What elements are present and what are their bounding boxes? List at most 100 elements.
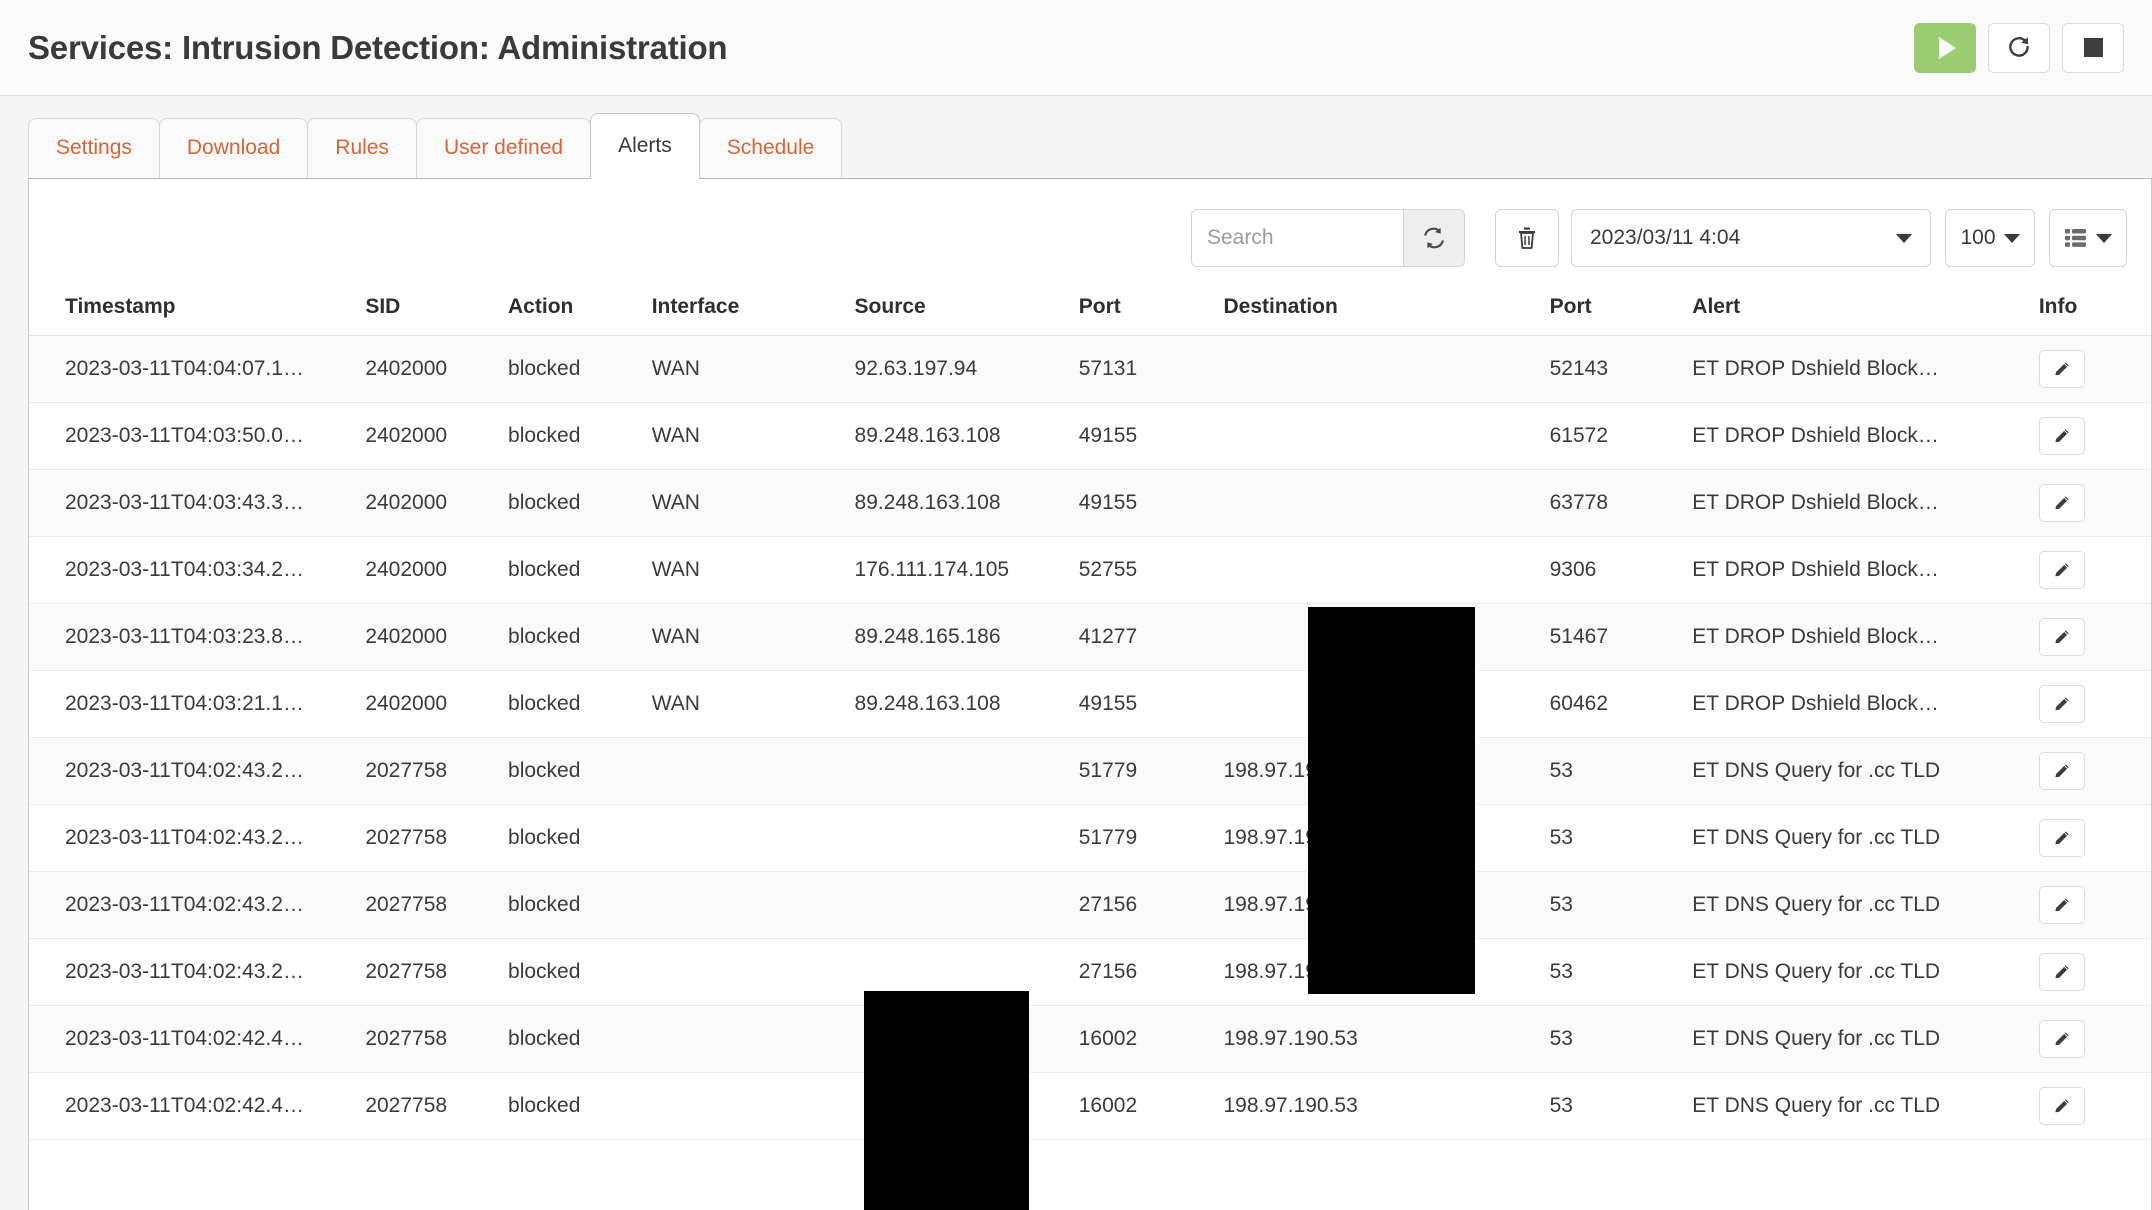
cell-alert: ET DROP Dshield Block… [1692,537,2039,604]
tab-rules[interactable]: Rules [307,118,417,178]
cell-info [2039,537,2151,604]
cell-destination [1223,336,1549,403]
cell-source: 176.111.174.105 [855,537,1079,604]
pencil-icon [2052,493,2072,513]
cell-source: 89.248.163.108 [855,671,1079,738]
cell-sid: 2402000 [365,336,508,403]
table-row[interactable]: 2023-03-11T04:03:50.0…2402000blockedWAN8… [29,403,2151,470]
edit-alert-button[interactable] [2039,886,2085,924]
cell-dest-port: 53 [1550,872,1693,939]
cell-action: blocked [508,939,652,1006]
column-header-source[interactable]: Source [855,285,1079,336]
edit-alert-button[interactable] [2039,417,2085,455]
cell-dest-port: 9306 [1550,537,1693,604]
column-list-icon [2064,227,2088,249]
cell-source: 92.63.197.94 [855,336,1079,403]
table-row[interactable]: 2023-03-11T04:02:43.2…2027758blocked5177… [29,805,2151,872]
cell-destination: 198.97.190.53 [1223,738,1549,805]
column-header-timestamp[interactable]: Timestamp [29,285,365,336]
edit-alert-button[interactable] [2039,1020,2085,1058]
search-group [1191,209,1465,267]
edit-alert-button[interactable] [2039,1087,2085,1125]
column-header-dest-port[interactable]: Port [1550,285,1693,336]
cell-source: 89.248.165.186 [855,604,1079,671]
cell-dest-port: 52143 [1550,336,1693,403]
restart-icon [2006,35,2032,61]
rows-per-page-select[interactable]: 100 [1945,209,2035,267]
cell-source-port: 16002 [1079,1006,1224,1073]
date-filter-select[interactable]: 2023/03/11 4:04 [1571,209,1931,267]
pencil-icon [2052,560,2072,580]
edit-alert-button[interactable] [2039,551,2085,589]
cell-action: blocked [508,671,652,738]
cell-sid: 2402000 [365,671,508,738]
tab-label: Schedule [727,136,815,160]
column-header-source-port[interactable]: Port [1079,285,1224,336]
pencil-icon [2052,895,2072,915]
cell-sid: 2027758 [365,1073,508,1140]
cell-timestamp: 2023-03-11T04:03:23.8… [29,604,365,671]
table-row[interactable]: 2023-03-11T04:02:43.2…2027758blocked2715… [29,872,2151,939]
edit-alert-button[interactable] [2039,819,2085,857]
column-header-alert[interactable]: Alert [1692,285,2039,336]
cell-alert: ET DROP Dshield Block… [1692,403,2039,470]
column-header-info[interactable]: Info [2039,285,2151,336]
table-row[interactable]: 2023-03-11T04:03:23.8…2402000blockedWAN8… [29,604,2151,671]
cell-source [855,738,1079,805]
column-header-destination[interactable]: Destination [1223,285,1549,336]
cell-source-port: 41277 [1079,604,1224,671]
edit-alert-button[interactable] [2039,685,2085,723]
cell-destination: 198.97.190.53 [1223,805,1549,872]
cell-interface [652,939,855,1006]
cell-destination [1223,470,1549,537]
column-header-action[interactable]: Action [508,285,652,336]
tab-label: Download [187,136,280,160]
cell-action: blocked [508,537,652,604]
table-row[interactable]: 2023-03-11T04:02:42.4…2027758blocked1600… [29,1073,2151,1140]
delete-alerts-button[interactable] [1495,209,1559,267]
tab-download[interactable]: Download [159,118,308,178]
cell-sid: 2027758 [365,738,508,805]
column-header-sid[interactable]: SID [365,285,508,336]
tab-bar: Settings Download Rules User defined Ale… [28,118,2152,178]
start-service-button[interactable] [1914,23,1976,73]
cell-interface: WAN [652,604,855,671]
chevron-down-icon [2096,234,2112,243]
tab-label: Settings [56,136,132,160]
tab-schedule[interactable]: Schedule [699,118,843,178]
table-row[interactable]: 2023-03-11T04:03:43.3…2402000blockedWAN8… [29,470,2151,537]
edit-alert-button[interactable] [2039,484,2085,522]
tab-alerts[interactable]: Alerts [590,113,700,179]
cell-alert: ET DNS Query for .cc TLD [1692,738,2039,805]
search-input[interactable] [1191,209,1403,267]
tab-label: Rules [335,136,389,160]
cell-dest-port: 51467 [1550,604,1693,671]
cell-sid: 2027758 [365,805,508,872]
table-row[interactable]: 2023-03-11T04:03:34.2…2402000blockedWAN1… [29,537,2151,604]
page-title: Services: Intrusion Detection: Administr… [28,29,727,67]
cell-timestamp: 2023-03-11T04:02:43.2… [29,738,365,805]
tab-settings[interactable]: Settings [28,118,160,178]
table-row[interactable]: 2023-03-11T04:04:07.1…2402000blockedWAN9… [29,336,2151,403]
column-picker-button[interactable] [2049,209,2127,267]
edit-alert-button[interactable] [2039,350,2085,388]
tab-user-defined[interactable]: User defined [416,118,591,178]
edit-alert-button[interactable] [2039,752,2085,790]
table-row[interactable]: 2023-03-11T04:02:43.2…2027758blocked5177… [29,738,2151,805]
cell-dest-port: 53 [1550,738,1693,805]
cell-timestamp: 2023-03-11T04:03:50.0… [29,403,365,470]
search-refresh-button[interactable] [1403,209,1465,267]
cell-dest-port: 53 [1550,939,1693,1006]
chevron-down-icon [1896,234,1912,243]
column-header-interface[interactable]: Interface [652,285,855,336]
restart-service-button[interactable] [1988,23,2050,73]
table-row[interactable]: 2023-03-11T04:03:21.1…2402000blockedWAN8… [29,671,2151,738]
edit-alert-button[interactable] [2039,618,2085,656]
table-row[interactable]: 2023-03-11T04:02:43.2…2027758blocked2715… [29,939,2151,1006]
stop-service-button[interactable] [2062,23,2124,73]
table-row[interactable]: 2023-03-11T04:02:42.4…2027758blocked1600… [29,1006,2151,1073]
stop-icon [2084,38,2103,57]
refresh-icon [1421,225,1447,251]
edit-alert-button[interactable] [2039,953,2085,991]
cell-interface: WAN [652,403,855,470]
